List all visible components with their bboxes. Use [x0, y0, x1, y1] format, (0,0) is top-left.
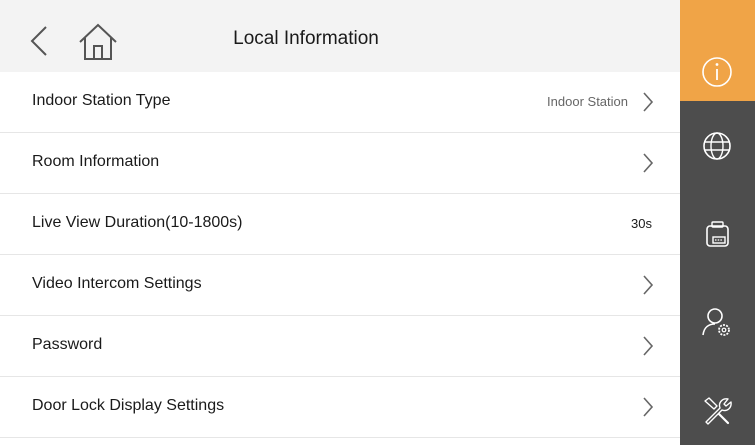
chevron-right-icon [643, 397, 654, 417]
chevron-right-icon [643, 275, 654, 295]
screen: Local Information Indoor Station Type In… [0, 0, 755, 445]
row-video-intercom-settings[interactable]: Video Intercom Settings [0, 255, 680, 316]
tools-icon [704, 397, 732, 425]
back-icon[interactable] [28, 24, 50, 58]
row-label: Password [32, 336, 103, 353]
row-indoor-station-type[interactable]: Indoor Station Type Indoor Station [0, 72, 680, 133]
row-room-information[interactable]: Room Information [0, 133, 680, 194]
settings-list: Indoor Station Type Indoor Station Room … [0, 72, 680, 438]
row-live-view-duration[interactable]: Live View Duration(10-1800s) 30s [0, 194, 680, 255]
row-label: Door Lock Display Settings [32, 397, 225, 414]
row-label: Indoor Station Type [32, 92, 171, 109]
sidebar [680, 0, 755, 445]
row-password[interactable]: Password [0, 316, 680, 377]
row-label: Video Intercom Settings [32, 275, 202, 292]
device-icon [706, 221, 729, 247]
header-bar: Local Information [0, 0, 680, 72]
page-title: Local Information [233, 28, 379, 49]
user-settings-icon [702, 308, 730, 336]
row-value: 30s [631, 216, 652, 231]
globe-icon [703, 132, 731, 160]
home-icon[interactable] [76, 22, 120, 62]
row-door-lock-display-settings[interactable]: Door Lock Display Settings [0, 377, 680, 438]
sidebar-item-user[interactable] [680, 273, 755, 359]
chevron-right-icon [643, 153, 654, 173]
sidebar-item-local-info[interactable] [680, 0, 755, 101]
chevron-right-icon [643, 336, 654, 356]
row-label: Room Information [32, 153, 160, 170]
row-label: Live View Duration(10-1800s) [32, 214, 243, 231]
sidebar-item-network[interactable] [680, 101, 755, 187]
info-icon [702, 57, 732, 87]
sidebar-item-device[interactable] [680, 187, 755, 273]
chevron-right-icon [643, 92, 654, 112]
sidebar-item-maintenance[interactable] [680, 359, 755, 445]
main-panel: Local Information Indoor Station Type In… [0, 0, 680, 445]
row-value: Indoor Station [547, 94, 628, 109]
